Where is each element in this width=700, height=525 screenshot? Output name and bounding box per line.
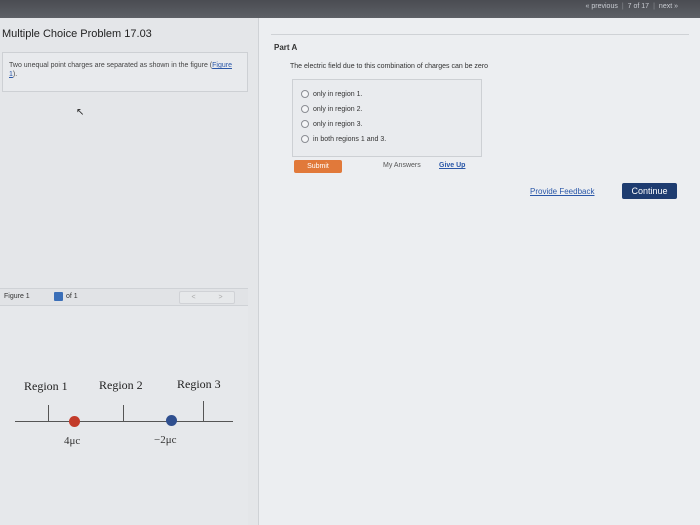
negative-charge-icon <box>166 415 177 426</box>
axis-line <box>15 421 233 422</box>
problem-box: Two unequal point charges are separated … <box>2 52 248 92</box>
divider <box>271 34 689 35</box>
problem-text: Two unequal point charges are separated … <box>9 61 234 79</box>
option-label: only in region 3. <box>313 120 363 128</box>
problem-title: Multiple Choice Problem 17.03 <box>2 28 152 40</box>
pager-position: 7 of 17 <box>627 3 650 10</box>
radio-icon[interactable] <box>301 90 309 98</box>
submit-button[interactable]: Submit <box>294 160 342 173</box>
option-regions-1-and-3[interactable]: in both regions 1 and 3. <box>301 135 386 143</box>
figure-toolbar: Figure 1 of 1 < > <box>0 288 248 306</box>
previous-link[interactable]: « previous <box>586 3 618 10</box>
question-text: The electric field due to this combinati… <box>290 63 489 70</box>
continue-button[interactable]: Continue <box>622 183 677 199</box>
my-answers-link[interactable]: My Answers <box>383 162 421 169</box>
positive-charge-icon <box>69 416 80 427</box>
region-divider <box>48 405 49 421</box>
figure-selector[interactable] <box>54 292 63 301</box>
part-title: Part A <box>274 43 298 52</box>
top-bar: « previous | 7 of 17 | next » <box>0 0 700 18</box>
options-box: only in region 1. only in region 2. only… <box>292 79 482 157</box>
pager-separator: | <box>653 3 655 10</box>
figure-label: Figure 1 <box>4 293 30 300</box>
figure-next-button[interactable]: > <box>218 294 222 301</box>
figure-count: of 1 <box>66 293 78 300</box>
option-region-3[interactable]: only in region 3. <box>301 120 362 128</box>
problem-text-prefix: Two unequal point charges are separated … <box>9 62 213 69</box>
region-2-label: Region 2 <box>99 378 143 392</box>
region-1-label: Region 1 <box>24 379 68 393</box>
figure-prev-button[interactable]: < <box>191 294 195 301</box>
region-3-label: Region 3 <box>177 377 221 391</box>
next-link[interactable]: next » <box>659 3 678 10</box>
radio-icon[interactable] <box>301 120 309 128</box>
charge-1-label: 4μc <box>64 435 81 447</box>
radio-icon[interactable] <box>301 105 309 113</box>
option-region-1[interactable]: only in region 1. <box>301 90 362 98</box>
charge-2-label: −2μc <box>154 434 177 446</box>
option-label: only in region 2. <box>313 105 363 113</box>
problem-pager: « previous | 7 of 17 | next » <box>586 3 678 10</box>
problem-text-suffix: ). <box>12 71 18 78</box>
region-divider <box>203 401 204 421</box>
option-label: only in region 1. <box>313 90 363 98</box>
option-label: in both regions 1 and 3. <box>313 135 387 143</box>
mouse-cursor-icon: ↖ <box>76 107 85 118</box>
problem-panel: Multiple Choice Problem 17.03 Two unequa… <box>0 18 259 525</box>
give-up-link[interactable]: Give Up <box>439 162 465 169</box>
radio-icon[interactable] <box>301 135 309 143</box>
option-region-2[interactable]: only in region 2. <box>301 105 362 113</box>
figure-area: Region 1 Region 2 Region 3 4μc −2μc <box>0 306 248 525</box>
figure-nav: < > <box>179 291 235 304</box>
answer-panel: Part A The electric field due to this co… <box>259 18 700 525</box>
region-divider <box>123 405 124 421</box>
provide-feedback-link[interactable]: Provide Feedback <box>530 187 594 196</box>
pager-separator: | <box>621 3 624 10</box>
